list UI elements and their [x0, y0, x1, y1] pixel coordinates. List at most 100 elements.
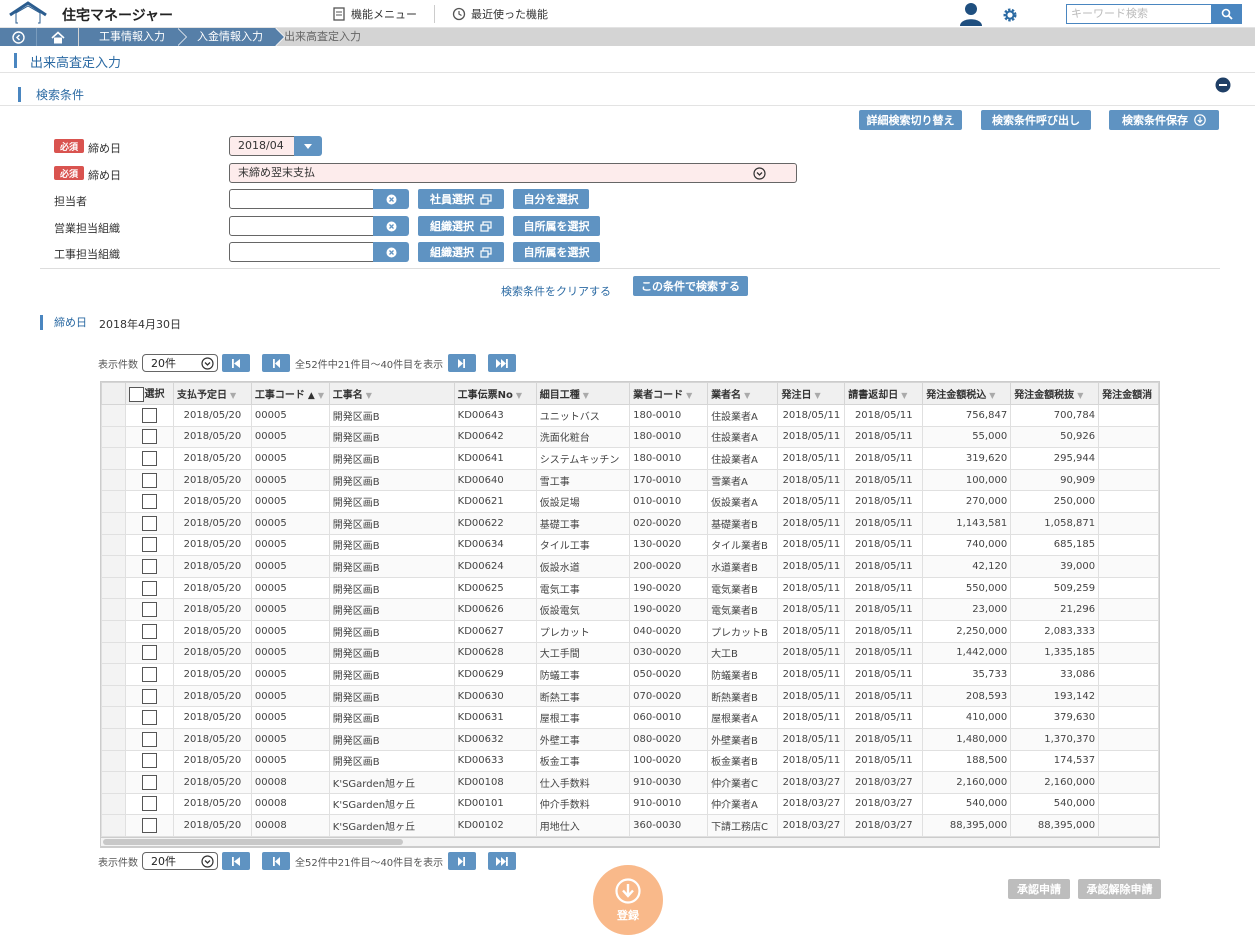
table-row[interactable]: 2018/05/20 00005 開発区画B KD00633 板金工事 100-0020 板… — [101, 749, 1159, 773]
table-row[interactable]: 2018/05/20 00005 開発区画B KD00632 外壁工事 080-0020 外… — [101, 727, 1159, 751]
recent-functions-button[interactable]: 最近使った機能 — [452, 6, 548, 22]
user-icon[interactable] — [958, 2, 984, 26]
filter-icon[interactable]: ▼ — [230, 391, 236, 400]
first-page-button[interactable] — [222, 354, 250, 372]
col-return-date[interactable]: 請書返却日 ▼ — [844, 382, 924, 405]
select-self-button[interactable]: 自分を選択 — [513, 189, 589, 209]
col-vendor-code[interactable]: 業者コード ▼ — [629, 382, 709, 405]
sales-own-dept-button[interactable]: 自所属を選択 — [513, 216, 600, 236]
col-amount-tax[interactable]: 発注金額消 — [1098, 382, 1159, 405]
filter-icon[interactable]: ▼ — [901, 391, 907, 400]
col-construction-code[interactable]: 工事コード ▲ ▼ — [250, 382, 330, 405]
logo-icon[interactable] — [8, 1, 48, 27]
staff-input[interactable] — [229, 189, 375, 209]
table-row[interactable]: 2018/05/20 00005 開発区画B KD00643 ユニットバス 180-001… — [101, 404, 1159, 427]
keyword-search-button[interactable] — [1212, 4, 1242, 24]
table-row[interactable]: 2018/05/20 00005 開発区画B KD00630 断熱工事 070-0020 断… — [101, 684, 1159, 708]
row-checkbox[interactable] — [142, 537, 158, 553]
page-size-select[interactable]: 20件 — [142, 852, 218, 870]
next-page-button[interactable] — [448, 852, 477, 870]
approval-request-button[interactable]: 承認申請 — [1008, 879, 1070, 899]
first-page-button[interactable] — [222, 852, 250, 870]
filter-icon[interactable]: ▼ — [583, 391, 589, 400]
filter-icon[interactable]: ▼ — [744, 391, 750, 400]
construction-org-clear-button[interactable] — [373, 242, 409, 262]
row-checkbox[interactable] — [142, 645, 158, 661]
next-page-button[interactable] — [448, 354, 477, 372]
col-slip-no[interactable]: 工事伝票No ▼ — [453, 382, 537, 405]
prev-page-button[interactable] — [262, 354, 290, 372]
select-all-checkbox[interactable] — [129, 386, 145, 402]
col-amount-incl-tax[interactable]: 発注金額税込 ▼ — [922, 382, 1012, 405]
close-date-dropdown-button[interactable] — [294, 136, 322, 156]
col-work-type[interactable]: 細目工種 ▼ — [535, 382, 631, 405]
row-checkbox[interactable] — [142, 688, 158, 704]
table-row[interactable]: 2018/05/20 00005 開発区画B KD00640 雪工事 170-0010 雪業… — [101, 468, 1159, 492]
table-row[interactable]: 2018/05/20 00005 開発区画B KD00631 屋根工事 060-0010 屋… — [101, 706, 1159, 729]
table-row[interactable]: 2018/05/20 00005 開発区画B KD00641 システムキッチン 180-0… — [101, 447, 1159, 470]
approval-cancel-request-button[interactable]: 承認解除申請 — [1078, 879, 1161, 899]
row-checkbox[interactable] — [142, 818, 158, 834]
filter-icon[interactable]: ▼ — [516, 391, 522, 400]
row-checkbox[interactable] — [142, 753, 158, 769]
construction-own-dept-button[interactable]: 自所属を選択 — [513, 242, 600, 262]
table-row[interactable]: 2018/05/20 00005 開発区画B KD00626 仮設電気 190-0020 電… — [101, 598, 1159, 621]
row-checkbox[interactable] — [142, 623, 158, 639]
filter-icon[interactable]: ▼ — [366, 391, 372, 400]
row-checkbox[interactable] — [142, 602, 158, 618]
filter-icon[interactable]: ▼ — [318, 391, 324, 400]
table-row[interactable]: 2018/05/20 00005 開発区画B KD00629 防蟻工事 050-0020 防… — [101, 663, 1159, 686]
horizontal-scrollbar[interactable] — [100, 837, 1160, 847]
row-checkbox[interactable] — [142, 407, 158, 423]
filter-icon[interactable]: ▼ — [989, 391, 995, 400]
last-page-button[interactable] — [488, 852, 517, 870]
row-checkbox[interactable] — [142, 429, 158, 445]
breadcrumb-item-construction[interactable]: 工事情報入力 — [79, 28, 187, 46]
table-row[interactable]: 2018/05/20 00008 K'SGarden旭ヶ丘 KD00102 用地仕入 36… — [101, 814, 1159, 837]
filter-icon[interactable]: ▼ — [1077, 391, 1083, 400]
keyword-search-input[interactable] — [1066, 4, 1212, 24]
col-vendor-name[interactable]: 業者名 ▼ — [707, 382, 779, 405]
table-row[interactable]: 2018/05/20 00005 開発区画B KD00628 大工手間 030-0020 大… — [101, 641, 1159, 665]
row-checkbox[interactable] — [142, 731, 158, 747]
sales-org-input[interactable] — [229, 216, 375, 236]
gear-icon[interactable] — [1002, 7, 1018, 23]
detail-search-toggle-button[interactable]: 詳細検索切り替え — [859, 110, 962, 130]
row-checkbox[interactable] — [142, 450, 158, 466]
filter-icon[interactable]: ▼ — [686, 391, 692, 400]
table-row[interactable]: 2018/05/20 00005 開発区画B KD00624 仮設水道 200-0020 水… — [101, 555, 1159, 578]
last-page-button[interactable] — [488, 354, 517, 372]
row-checkbox[interactable] — [142, 774, 158, 790]
sales-org-clear-button[interactable] — [373, 216, 409, 236]
close-type-select[interactable]: 末締め翌末支払 — [229, 163, 797, 183]
col-pay-date[interactable]: 支払予定日 ▼ — [172, 382, 252, 405]
row-checkbox[interactable] — [142, 558, 158, 574]
collapse-icon[interactable] — [1215, 77, 1231, 93]
staff-clear-button[interactable] — [373, 189, 409, 209]
function-menu-button[interactable]: 機能メニュー — [332, 6, 417, 22]
row-checkbox[interactable] — [142, 796, 158, 812]
register-button[interactable]: 登録 — [593, 865, 663, 935]
row-checkbox[interactable] — [142, 515, 158, 531]
construction-org-select-button[interactable]: 組織選択 — [418, 242, 504, 262]
row-checkbox[interactable] — [142, 580, 158, 596]
search-condition-save-button[interactable]: 検索条件保存 — [1109, 110, 1219, 130]
page-size-select[interactable]: 20件 — [142, 354, 218, 372]
row-checkbox[interactable] — [142, 494, 158, 510]
table-row[interactable]: 2018/05/20 00005 開発区画B KD00642 洗面化粧台 180-0010… — [101, 425, 1159, 449]
clear-conditions-link[interactable]: 検索条件をクリアする — [501, 283, 611, 299]
construction-org-input[interactable] — [229, 242, 375, 262]
home-button[interactable] — [36, 28, 78, 46]
table-row[interactable]: 2018/05/20 00005 開発区画B KD00627 プレカット 040-0020… — [101, 619, 1159, 643]
table-row[interactable]: 2018/05/20 00005 開発区画B KD00621 仮設足場 010-0010 仮… — [101, 490, 1159, 513]
row-checkbox[interactable] — [142, 472, 158, 488]
table-row[interactable]: 2018/05/20 00008 K'SGarden旭ヶ丘 KD00108 仕入手数料 9… — [101, 771, 1159, 794]
search-button[interactable]: この条件で検索する — [633, 276, 748, 296]
col-select[interactable]: 選択 — [125, 382, 174, 405]
table-row[interactable]: 2018/05/20 00005 開発区画B KD00622 基礎工事 020-0020 基… — [101, 511, 1159, 535]
back-button[interactable] — [0, 28, 36, 46]
prev-page-button[interactable] — [262, 852, 290, 870]
sales-org-select-button[interactable]: 組織選択 — [418, 216, 504, 236]
filter-icon[interactable]: ▼ — [814, 391, 820, 400]
row-checkbox[interactable] — [142, 666, 158, 682]
